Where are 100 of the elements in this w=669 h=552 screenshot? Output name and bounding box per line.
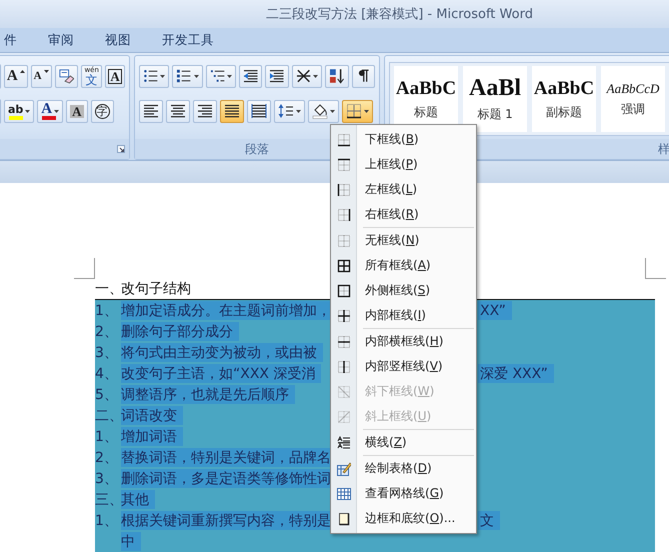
text-layout-button[interactable] [292,64,322,88]
paragraph-text: 调整语序，也就是先后顺序 [121,385,295,404]
inside-horizontal-border-icon [337,334,351,348]
multilevel-list-button[interactable] [206,64,236,88]
distributed-button[interactable] [247,100,271,122]
style-preview-text: AaBbCcD [606,80,660,96]
justify-button[interactable] [220,100,244,122]
line-spacing-icon [278,103,294,119]
diagonal-up-border-icon [337,410,351,424]
dialog-launcher-icon [117,145,125,153]
text-layout-icon [296,68,312,84]
menu-item[interactable]: 上框线(P) [331,152,476,177]
group-label: 段落 [245,140,269,158]
enclose-character-button[interactable]: 字 [90,100,114,122]
align-left-icon [143,103,159,119]
style-preview-text: AaBbC [396,78,456,100]
list-number: 1、 [95,302,119,320]
clear-format-button[interactable] [54,64,78,88]
paragraph-text: 深爱 XXX” [478,364,554,383]
distributed-icon [251,103,267,119]
paragraph-text: 中 [121,532,141,551]
list-number: 1、 [95,512,119,530]
decrease-indent-button[interactable] [238,64,262,88]
character-shading-button[interactable]: A [66,100,88,122]
down-caret-icon [44,70,49,72]
font-color-bar [42,116,56,120]
crop-mark [645,258,666,279]
menu-item[interactable]: 左框线(L) [331,177,476,202]
bullet-list-icon [143,68,158,84]
ribbon-tab[interactable]: 视图 [103,30,133,50]
crop-mark [74,258,95,279]
right-border-icon [337,208,351,222]
list-number: 三、 [95,490,121,508]
justify-icon [224,103,240,119]
character-border-button[interactable]: A [105,64,125,88]
menu-item[interactable]: 内部竖框线(V) [331,354,476,379]
align-left-button[interactable] [139,100,163,122]
menu-item[interactable]: 右框线(R) [331,202,476,227]
pencil-table-icon [337,462,351,476]
ribbon-tab[interactable]: 审阅 [46,30,76,50]
horizontal-line-icon [337,436,351,450]
decrease-indent-icon [242,68,258,84]
highlight-color-bar [9,116,23,120]
style-name: 副标题 [546,104,582,120]
all-borders-icon [337,258,351,272]
style-tile[interactable]: AaBbC 副标题 [532,66,596,132]
paragraph-mark-button[interactable] [352,64,375,88]
grow-font-button[interactable]: A [4,64,28,88]
align-center-button[interactable] [166,100,190,122]
list-number: 5、 [95,386,119,404]
eraser-icon [58,68,74,84]
outside-borders-icon [337,284,351,298]
font-color-button[interactable]: A [37,100,64,122]
list-number: 2、 [95,322,119,340]
sort-icon [329,68,345,84]
paragraph-text: XX” [478,301,512,320]
paragraph-text: 词语改变 [121,406,183,425]
paint-bucket-icon [312,103,328,119]
align-right-icon [197,103,213,119]
window-title: 二三段改写方法 [兼容模式] - Microsoft Word [266,6,533,23]
list-number: 一、 [95,280,121,298]
increase-indent-button[interactable] [265,64,289,88]
ribbon-tab[interactable]: 开发工具 [160,30,216,50]
border-grid-button[interactable] [342,100,373,122]
inside-borders-icon [337,308,351,322]
align-right-button[interactable] [193,100,217,122]
shrink-font-button[interactable]: A [30,64,52,88]
style-name: 强调 [621,100,645,118]
bottom-border-icon [337,132,351,146]
highlight-button[interactable]: ab [4,100,34,122]
align-center-icon [170,103,186,119]
ribbon-tab[interactable]: 件 [2,30,19,50]
inside-vertical-border-icon [337,360,351,374]
sort-button[interactable] [325,64,349,88]
paint-bucket-button[interactable] [308,100,339,122]
menu-item[interactable]: 外侧框线(S) [331,278,476,303]
style-name: 标题 [414,104,438,120]
table-grid-icon [337,486,351,500]
numbered-list-button[interactable] [172,64,203,88]
style-tile[interactable]: AaBbCcD 强调 [601,66,665,132]
menu-item[interactable]: 内部横框线(H) [331,329,476,354]
paragraph-text: 增加词语 [121,427,183,446]
line-spacing-button[interactable] [274,100,305,122]
paragraph-text: 文 [478,511,500,530]
list-number: 4、 [95,364,119,382]
bullet-list-button[interactable] [139,64,170,88]
diagonal-down-border-icon [337,384,351,398]
list-number: 3、 [95,344,119,362]
page-icon [337,512,351,526]
up-caret-icon [20,70,25,72]
menu-item[interactable]: 无框线(N) [331,228,476,253]
menu-item[interactable]: 所有框线(A) [331,253,476,278]
paragraph-text: 其他 [121,490,155,509]
multilevel-list-icon [210,68,225,84]
list-number: 2、 [95,448,119,466]
style-tile[interactable]: AaBl 标题 1 [463,66,527,132]
list-number: 1、 [95,428,119,446]
list-number: 3、 [95,470,119,488]
paragraph-text: 将句式由主动变为被动，或由被 [121,343,323,362]
style-name: 标题 1 [477,106,513,123]
